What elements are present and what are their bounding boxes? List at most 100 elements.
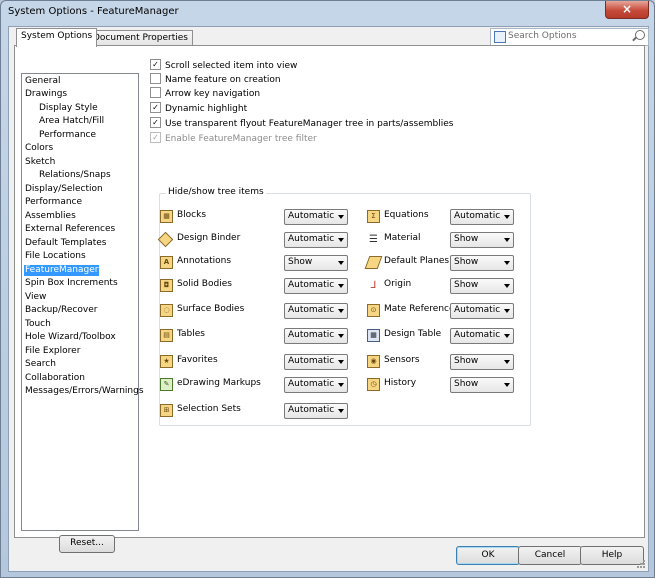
tab-system-options[interactable]: System Options — [16, 28, 98, 47]
tree-item-row-default-planes: Default Planes Show — [364, 255, 527, 271]
tree-item-row-origin: ⅃ Origin Show — [367, 278, 527, 294]
tree-item-hole-wizard-toolbox[interactable]: Hole Wizard/Toolbox — [25, 332, 116, 343]
tree-item-relations-snaps[interactable]: Relations/Snaps — [39, 170, 111, 181]
selection-sets-visibility-select[interactable]: Automatic — [284, 403, 348, 419]
tree-item-row-blocks: ▦ Blocks Automatic — [160, 209, 360, 225]
tree-item-spin-box-increments[interactable]: Spin Box Increments — [25, 278, 118, 289]
default-planes-icon — [364, 256, 383, 269]
tree-item-featuremanager[interactable]: FeatureManager — [24, 265, 100, 276]
cancel-button[interactable]: Cancel — [518, 546, 582, 565]
material-visibility-select[interactable]: Show — [450, 232, 514, 248]
design-table-icon: ▦ — [367, 329, 380, 342]
origin-icon: ⅃ — [367, 279, 380, 292]
reset-button[interactable]: Reset... — [59, 535, 115, 553]
options-panel: General Drawings Display Style Area Hatc… — [14, 45, 645, 553]
equations-icon: Σ — [367, 210, 380, 223]
blocks-visibility-select[interactable]: Automatic — [284, 209, 348, 225]
tree-item-row-material: ☰ Material Show — [367, 232, 527, 248]
mate-references-visibility-select[interactable]: Automatic — [450, 303, 514, 319]
tree-item-row-design-table: ▦ Design Table Automatic — [367, 328, 527, 344]
option-dynamic-highlight[interactable]: ✓ Dynamic highlight — [150, 102, 247, 115]
tree-item-row-surface-bodies: ◌ Surface Bodies Automatic — [160, 303, 360, 319]
help-button[interactable]: Help — [580, 546, 644, 565]
mate-references-icon: ⊙ — [367, 304, 380, 317]
ok-button[interactable]: OK — [456, 546, 520, 565]
sensors-visibility-select[interactable]: Show — [450, 354, 514, 370]
solid-bodies-icon: ◘ — [160, 279, 173, 292]
tree-item-row-annotations: A Annotations Show — [160, 255, 360, 271]
options-tree[interactable]: General Drawings Display Style Area Hatc… — [21, 73, 144, 531]
resize-grip-icon[interactable] — [636, 559, 646, 569]
option-enable-tree-filter: ✓ Enable FeatureManager tree filter — [150, 132, 317, 145]
tree-item-collaboration[interactable]: Collaboration — [25, 373, 85, 384]
tree-item-row-design-binder: Design Binder Automatic — [157, 231, 360, 248]
design-binder-visibility-select[interactable]: Automatic — [284, 232, 348, 248]
surface-bodies-visibility-select[interactable]: Automatic — [284, 303, 348, 319]
tree-item-assemblies[interactable]: Assemblies — [25, 211, 76, 222]
tree-item-drawings[interactable]: Drawings — [25, 89, 67, 100]
tree-item-area-hatch-fill[interactable]: Area Hatch/Fill — [39, 116, 104, 127]
window-title: System Options - FeatureManager — [8, 6, 179, 17]
checkbox-checked-disabled: ✓ — [150, 132, 161, 143]
tree-item-view[interactable]: View — [25, 292, 46, 303]
tree-item-general[interactable]: General — [25, 76, 60, 87]
tables-visibility-select[interactable]: Automatic — [284, 328, 348, 344]
history-visibility-select[interactable]: Show — [450, 377, 514, 393]
tree-item-performance[interactable]: Performance — [25, 197, 82, 208]
tree-item-display-selection[interactable]: Display/Selection — [25, 184, 103, 195]
tree-item-row-selection-sets: ⊞ Selection Sets Automatic — [160, 403, 360, 419]
tree-item-backup-recover[interactable]: Backup/Recover — [25, 305, 97, 316]
options-list-icon — [494, 31, 506, 43]
tree-item-drawings-performance[interactable]: Performance — [39, 130, 96, 141]
tree-item-row-edrawing-markups: ✎ eDrawing Markups Automatic — [160, 377, 360, 393]
title-bar[interactable]: System Options - FeatureManager × — [1, 1, 654, 25]
close-button[interactable]: × — [605, 1, 649, 19]
design-table-visibility-select[interactable]: Automatic — [450, 328, 514, 344]
tree-item-default-templates[interactable]: Default Templates — [25, 238, 107, 249]
tree-item-file-locations[interactable]: File Locations — [25, 251, 86, 262]
default-planes-visibility-select[interactable]: Show — [450, 255, 514, 271]
group-title: Hide/show tree items — [166, 187, 266, 197]
tables-icon: ▤ — [160, 329, 173, 342]
surface-bodies-icon: ◌ — [160, 304, 173, 317]
blocks-icon: ▦ — [160, 210, 173, 223]
tree-item-row-equations: Σ Equations Automatic — [367, 209, 527, 225]
checkbox-checked[interactable]: ✓ — [150, 117, 161, 128]
annotations-visibility-select[interactable]: Show — [284, 255, 348, 271]
favorites-visibility-select[interactable]: Automatic — [284, 354, 348, 370]
design-binder-icon — [157, 231, 174, 248]
tree-item-file-explorer[interactable]: File Explorer — [25, 346, 80, 357]
tree-item-row-mate-references: ⊙ Mate References Automatic — [367, 303, 527, 319]
tree-item-external-references[interactable]: External References — [25, 224, 115, 235]
tree-item-messages-errors-warnings[interactable]: Messages/Errors/Warnings — [25, 386, 144, 397]
checkbox-checked[interactable]: ✓ — [150, 102, 161, 113]
search-icon[interactable] — [635, 30, 645, 40]
tree-item-row-favorites: ★ Favorites Automatic — [160, 354, 360, 370]
tree-item-row-tables: ▤ Tables Automatic — [160, 328, 360, 344]
tree-item-search[interactable]: Search — [25, 359, 56, 370]
option-scroll-selected-item[interactable]: ✓ Scroll selected item into view — [150, 59, 297, 72]
equations-visibility-select[interactable]: Automatic — [450, 209, 514, 225]
tree-item-sketch[interactable]: Sketch — [25, 157, 55, 168]
material-icon: ☰ — [367, 233, 380, 246]
checkbox-checked[interactable]: ✓ — [150, 59, 161, 70]
checkbox-unchecked[interactable] — [150, 87, 161, 98]
search-options-field[interactable]: Search Options — [490, 28, 649, 46]
tree-item-row-history: ◷ History Show — [367, 377, 527, 393]
tree-item-row-solid-bodies: ◘ Solid Bodies Automatic — [160, 278, 360, 294]
edrawing-markups-visibility-select[interactable]: Automatic — [284, 377, 348, 393]
selection-sets-icon: ⊞ — [160, 404, 173, 417]
origin-visibility-select[interactable]: Show — [450, 278, 514, 294]
history-icon: ◷ — [367, 378, 380, 391]
option-arrow-key-navigation[interactable]: Arrow key navigation — [150, 87, 260, 100]
tree-item-colors[interactable]: Colors — [25, 143, 53, 154]
tree-item-touch[interactable]: Touch — [25, 319, 51, 330]
search-input[interactable]: Search Options — [508, 31, 577, 41]
favorites-icon: ★ — [160, 355, 173, 368]
option-transparent-flyout-tree[interactable]: ✓ Use transparent flyout FeatureManager t… — [150, 117, 453, 130]
dialog-client: System Options Document Properties Searc… — [8, 26, 649, 572]
checkbox-unchecked[interactable] — [150, 73, 161, 84]
solid-bodies-visibility-select[interactable]: Automatic — [284, 278, 348, 294]
tree-item-display-style[interactable]: Display Style — [39, 103, 98, 114]
option-name-feature-on-creation[interactable]: Name feature on creation — [150, 73, 281, 86]
